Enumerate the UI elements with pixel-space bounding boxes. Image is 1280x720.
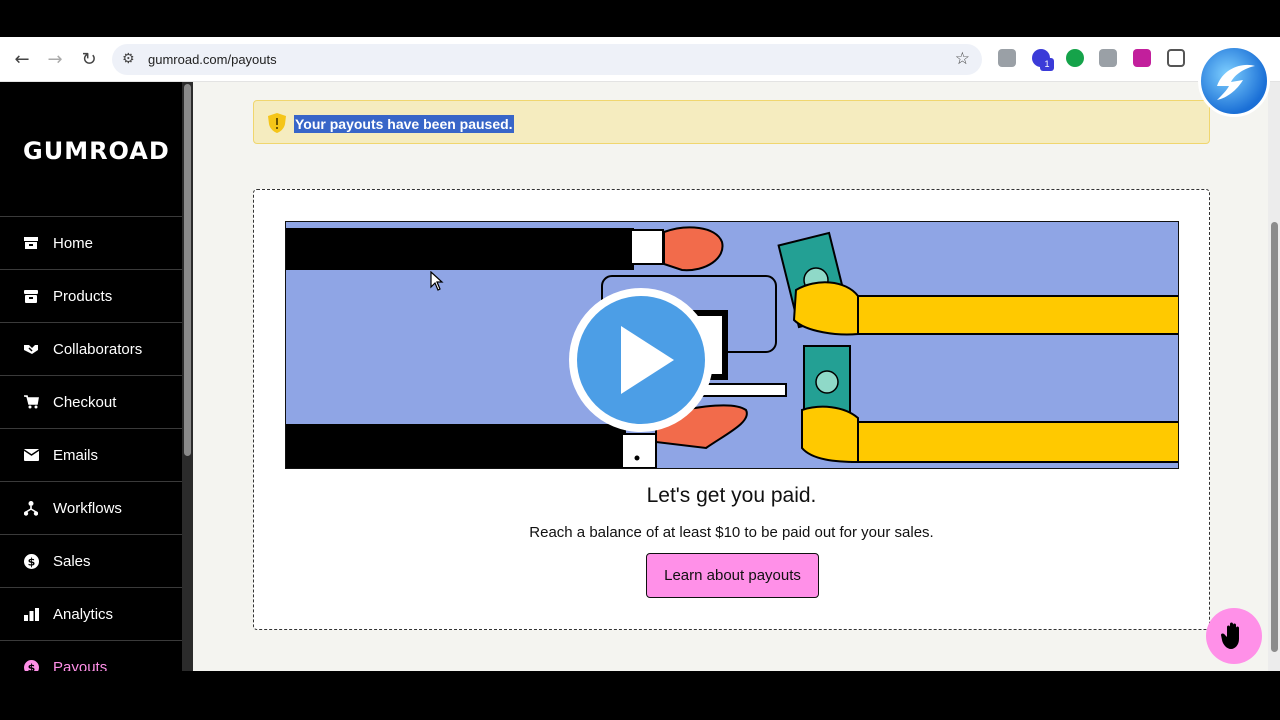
- payouts-paused-alert: Your payouts have been paused.: [253, 100, 1210, 144]
- payouts-illustration[interactable]: [285, 221, 1179, 469]
- sidebar-item-label: Sales: [53, 552, 91, 570]
- sidebar: GUMROAD Home Products Collaborators Chec…: [0, 82, 182, 671]
- sidebar-item-home[interactable]: Home: [0, 216, 182, 269]
- address-bar[interactable]: ⚙ gumroad.com/payouts ☆: [112, 44, 982, 75]
- sidebar-item-emails[interactable]: Emails: [0, 428, 182, 481]
- svg-text:$: $: [27, 661, 35, 671]
- grammarly-icon[interactable]: [1066, 49, 1084, 67]
- sidebar-item-products[interactable]: Products: [0, 269, 182, 322]
- extension-icon[interactable]: [998, 49, 1016, 67]
- download-extension-icon[interactable]: [1133, 49, 1151, 67]
- wave-hand-icon: [1221, 622, 1239, 649]
- shield-warning-icon: [268, 113, 286, 133]
- sidebar-item-workflows[interactable]: Workflows: [0, 481, 182, 534]
- learn-about-payouts-button[interactable]: Learn about payouts: [646, 553, 819, 598]
- sidebar-item-sales[interactable]: $ Sales: [0, 534, 182, 587]
- camera-icon[interactable]: [1099, 49, 1117, 67]
- alert-message: Your payouts have been paused.: [294, 115, 514, 133]
- back-icon[interactable]: ←: [11, 48, 33, 70]
- sidebar-item-payouts[interactable]: $ Payouts: [0, 640, 182, 671]
- screen: ← → ↻ ⚙ gumroad.com/payouts ☆ 1 GUMROAD …: [0, 37, 1280, 671]
- extension-badge: 1: [1040, 58, 1054, 71]
- sidebar-item-label: Emails: [53, 446, 99, 464]
- forward-icon[interactable]: →: [44, 48, 66, 70]
- sidebar-item-label: Checkout: [53, 393, 117, 411]
- play-icon: [569, 288, 713, 432]
- sidebar-item-label: Analytics: [53, 605, 114, 623]
- sidebar-item-checkout[interactable]: Checkout: [0, 375, 182, 428]
- empty-state-heading: Let's get you paid.: [646, 484, 817, 507]
- sidebar-item-label: Workflows: [53, 499, 122, 517]
- sidebar-item-collaborators[interactable]: Collaborators: [0, 322, 182, 375]
- page-scrollbar[interactable]: [1268, 82, 1280, 671]
- workflow-icon: [23, 500, 39, 516]
- gumroad-logo[interactable]: GUMROAD: [23, 137, 170, 165]
- cart-icon: [23, 394, 39, 410]
- sidebar-item-label: Collaborators: [53, 340, 143, 358]
- mouse-cursor-icon: [430, 271, 444, 291]
- handshake-icon: [23, 341, 39, 357]
- url-text[interactable]: gumroad.com/payouts: [148, 52, 277, 67]
- browser-toolbar: ← → ↻ ⚙ gumroad.com/payouts ☆ 1: [0, 37, 1280, 82]
- sidebar-scrollbar[interactable]: [182, 82, 193, 671]
- dollar-circle-icon: $: [23, 659, 39, 671]
- envelope-icon: [23, 447, 39, 463]
- sidebar-item-label: Home: [53, 234, 94, 252]
- site-settings-icon[interactable]: ⚙: [122, 51, 135, 67]
- home-icon: [23, 235, 39, 251]
- empty-state-description: Reach a balance of at least $10 to be pa…: [529, 524, 934, 541]
- payouts-empty-state-card: Let's get you paid. Reach a balance of a…: [253, 189, 1210, 630]
- sidebar-item-label: Products: [53, 287, 113, 305]
- help-widget-button[interactable]: [1206, 608, 1262, 664]
- sidebar-item-label: Payouts: [53, 658, 108, 672]
- bar-chart-icon: [23, 606, 39, 622]
- archive-icon: [23, 288, 39, 304]
- extensions-puzzle-icon[interactable]: [1167, 49, 1185, 67]
- sidebar-item-analytics[interactable]: Analytics: [0, 587, 182, 640]
- dollar-circle-icon: $: [23, 553, 39, 569]
- channel-logo-icon: [1198, 45, 1270, 117]
- svg-text:$: $: [27, 555, 35, 568]
- bookmark-star-icon[interactable]: ☆: [955, 49, 970, 69]
- reload-icon[interactable]: ↻: [78, 48, 100, 70]
